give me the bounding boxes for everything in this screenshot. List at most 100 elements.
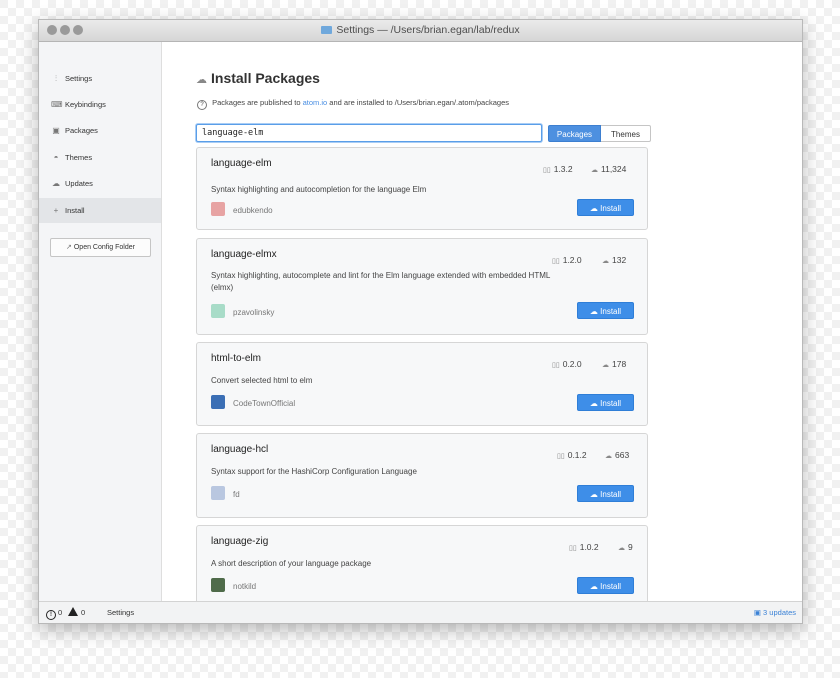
package-name[interactable]: language-elmx (211, 249, 277, 260)
version-value: 0.1.2 (567, 450, 587, 460)
avatar (211, 578, 225, 592)
version-value: 1.0.2 (579, 542, 599, 552)
settings-window: Settings — /Users/brian.egan/lab/redux ⫶… (38, 19, 803, 624)
plus-icon: + (53, 206, 59, 215)
install-panel: ☁ Install Packages ? Packages are publish… (162, 42, 802, 605)
package-author[interactable]: CodeTownOfficial (211, 395, 295, 409)
install-label: Install (600, 582, 622, 591)
avatar (211, 304, 225, 318)
page-title-wrap: ☁ Install Packages (196, 70, 320, 86)
updates-link[interactable]: ▣ 3 updates (754, 602, 796, 623)
config-button-label: Open Config Folder (73, 244, 135, 251)
error-icon: ! (46, 610, 56, 620)
sidebar-item-settings[interactable]: ⫶ Settings (39, 66, 161, 91)
open-config-folder-button[interactable]: ↗ Open Config Folder (50, 238, 151, 257)
note-suffix: and are installed to /Users/brian.egan/.… (329, 98, 509, 107)
package-author[interactable]: edubkendo (211, 202, 273, 216)
downloads-value: 132 (612, 255, 627, 265)
version-icon: ▯▯ (552, 258, 560, 265)
sidebar-item-updates[interactable]: ☁ Updates (39, 171, 161, 196)
avatar (211, 202, 225, 216)
package-name[interactable]: language-zig (211, 536, 268, 547)
sidebar-item-packages[interactable]: ▣ Packages (39, 118, 161, 143)
package-card: language-elmx Syntax highlighting, autoc… (196, 238, 648, 335)
package-description: Syntax highlighting and autocompletion f… (211, 185, 427, 194)
package-downloads: ☁ 9 (618, 542, 633, 552)
cloud-download-icon: ☁ (589, 307, 598, 316)
cloud-download-icon: ☁ (605, 453, 612, 460)
sidebar-item-themes[interactable]: ◓ Themes (39, 145, 161, 170)
version-value: 0.2.0 (562, 359, 582, 369)
author-name: notkild (233, 582, 257, 591)
question-icon: ? (197, 100, 207, 110)
sidebar-item-keybindings[interactable]: ⌨ Keybindings (39, 92, 161, 117)
package-card: language-zig A short description of your… (196, 525, 648, 605)
cloud-download-icon: ☁ (602, 362, 609, 369)
sidebar-item-label: Updates (65, 179, 93, 188)
folder-icon (321, 26, 333, 34)
note-prefix: Packages are published to (212, 98, 301, 107)
window-title-wrap: Settings — /Users/brian.egan/lab/redux (39, 20, 802, 41)
version-icon: ▯▯ (557, 453, 565, 460)
settings-sidebar: ⫶ Settings ⌨ Keybindings ▣ Packages ◓ Th… (39, 42, 162, 601)
install-label: Install (600, 399, 622, 408)
package-author[interactable]: pzavolinsky (211, 304, 274, 318)
package-version: ▯▯ 0.1.2 (557, 450, 587, 460)
package-downloads: ☁ 178 (602, 359, 626, 369)
package-version: ▯▯ 1.0.2 (569, 542, 599, 552)
themes-toggle-button[interactable]: Themes (601, 125, 651, 142)
package-name[interactable]: language-hcl (211, 444, 268, 455)
sidebar-item-label: Packages (65, 126, 98, 135)
error-count[interactable]: ! 0 (46, 602, 62, 623)
install-button[interactable]: ☁ Install (577, 199, 634, 216)
window-title: Settings — /Users/brian.egan/lab/redux (336, 24, 520, 36)
downloads-value: 11,324 (601, 164, 627, 174)
install-label: Install (600, 490, 622, 499)
status-settings-label: Settings (107, 608, 135, 617)
cloud-download-icon: ☁ (589, 582, 598, 591)
author-name: pzavolinsky (233, 308, 275, 317)
downloads-value: 178 (612, 359, 627, 369)
author-name: fd (233, 490, 240, 499)
install-note: ? Packages are published to atom.io and … (197, 98, 509, 110)
install-button[interactable]: ☁ Install (577, 485, 634, 502)
page-title: Install Packages (211, 70, 320, 86)
cloud-download-icon: ☁ (589, 204, 598, 213)
downloads-value: 9 (628, 542, 633, 552)
cloud-download-icon: ☁ (618, 545, 625, 552)
install-button[interactable]: ☁ Install (577, 302, 634, 319)
cloud-download-icon: ☁ (589, 399, 598, 408)
package-author[interactable]: fd (211, 486, 240, 500)
sidebar-item-label: Themes (65, 153, 93, 162)
package-author[interactable]: notkild (211, 578, 256, 592)
cloud-download-icon: ☁ (52, 179, 60, 188)
package-name[interactable]: language-elm (211, 158, 272, 169)
package-icon: ▣ (753, 608, 761, 617)
avatar (211, 486, 225, 500)
sidebar-item-install[interactable]: + Install (39, 198, 161, 223)
warning-icon (68, 607, 78, 616)
install-label: Install (600, 307, 622, 316)
warning-count[interactable]: 0 (68, 602, 85, 623)
version-value: 1.2.0 (562, 255, 582, 265)
author-name: edubkendo (233, 206, 273, 215)
version-icon: ▯▯ (569, 545, 577, 552)
package-search-input[interactable] (196, 124, 542, 142)
packages-toggle-button[interactable]: Packages (548, 125, 601, 142)
package-card: language-hcl Syntax support for the Hash… (196, 433, 648, 518)
package-description: A short description of your language pac… (211, 559, 372, 568)
error-count-value: 0 (58, 608, 63, 617)
package-description: Syntax support for the HashiCorp Configu… (211, 467, 417, 476)
install-button[interactable]: ☁ Install (577, 394, 634, 411)
package-version: ▯▯ 1.3.2 (543, 164, 573, 174)
atom-io-link[interactable]: atom.io (303, 98, 328, 107)
package-name[interactable]: html-to-elm (211, 353, 261, 364)
status-bar: ! 0 0 Settings ▣ 3 updates (39, 601, 802, 623)
package-downloads: ☁ 663 (605, 450, 629, 460)
install-button[interactable]: ☁ Install (577, 577, 634, 594)
downloads-value: 663 (615, 450, 630, 460)
author-name: CodeTownOfficial (233, 399, 296, 408)
package-version: ▯▯ 0.2.0 (552, 359, 582, 369)
install-label: Install (600, 204, 622, 213)
cloud-download-icon: ☁ (591, 167, 598, 174)
